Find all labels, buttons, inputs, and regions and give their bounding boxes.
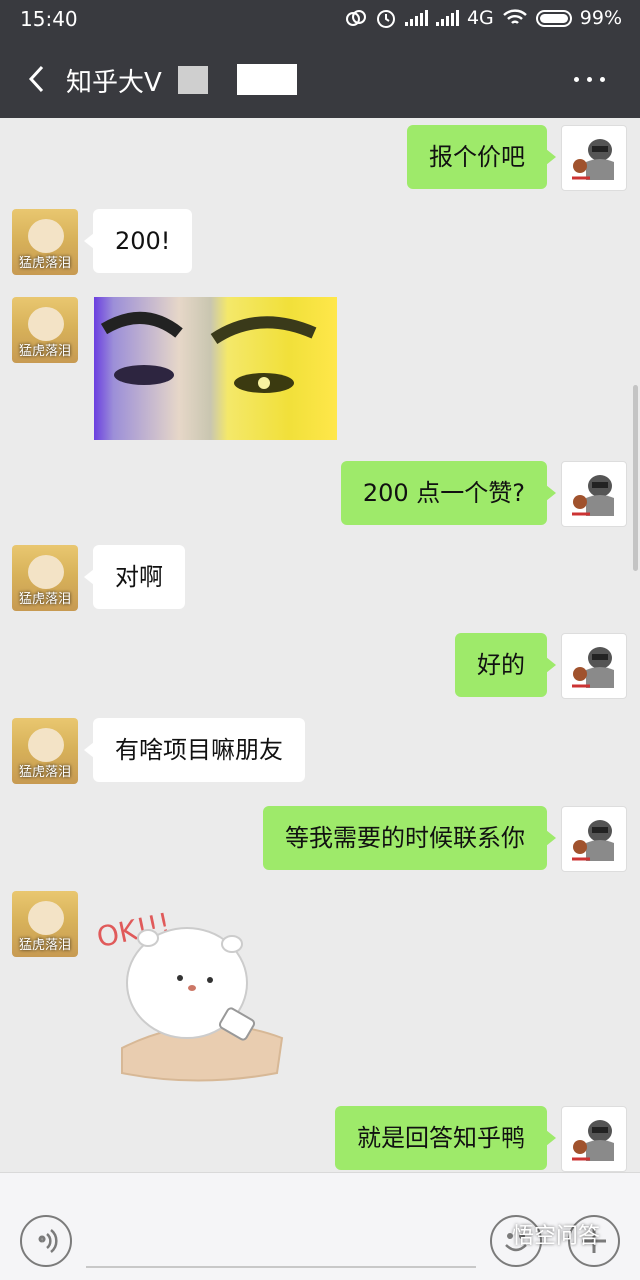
message-bubble-sent[interactable]: 等我需要的时候联系你	[263, 806, 556, 870]
chat-title: 知乎大V	[66, 68, 162, 98]
watermark-text: 悟空问答	[512, 1224, 601, 1249]
my-avatar[interactable]	[561, 806, 627, 872]
contact-avatar[interactable]: 猛虎落泪	[12, 891, 78, 957]
chat-header: 知乎大V	[0, 40, 640, 118]
soldier-avatar-icon	[572, 1120, 614, 1161]
battery-level: 99%	[579, 7, 622, 29]
my-avatar[interactable]	[561, 1106, 627, 1172]
message-bubble-received[interactable]: 200!	[83, 209, 193, 273]
message-bubble-sent[interactable]: 好的	[455, 633, 556, 697]
message-bubble-sent[interactable]: 就是回答知乎鸭	[335, 1106, 556, 1170]
contact-avatar[interactable]: 猛虎落泪	[12, 718, 78, 784]
voice-icon[interactable]	[20, 1215, 72, 1267]
image-message[interactable]	[94, 297, 337, 440]
soldier-avatar-icon	[572, 139, 614, 180]
status-bar: 15:40 4G 99%	[0, 0, 640, 40]
message-input[interactable]	[86, 1266, 476, 1268]
my-avatar[interactable]	[561, 125, 627, 191]
sync-icon	[345, 10, 366, 26]
scrollbar[interactable]	[633, 385, 638, 571]
battery-icon	[535, 9, 572, 27]
my-avatar[interactable]	[561, 633, 627, 699]
eyes-meme-image	[100, 312, 317, 393]
alarm-icon	[376, 10, 395, 28]
message-bubble-received[interactable]: 对啊	[84, 545, 185, 609]
sticker-message[interactable]: OK!!!	[92, 888, 292, 1088]
back-arrow-icon[interactable]	[22, 62, 56, 96]
redaction-block	[237, 64, 297, 95]
message-bubble-sent[interactable]: 200 点一个赞?	[340, 461, 557, 525]
chat-area[interactable]: 报个价吧 猛虎落泪 200! 猛虎落泪 200 点一个赞? 猛虎落泪 对啊 好的…	[0, 118, 640, 1172]
more-dots-icon[interactable]	[570, 66, 610, 92]
network-type: 4G	[466, 7, 494, 29]
redaction-block	[178, 66, 208, 94]
contact-avatar[interactable]: 猛虎落泪	[12, 545, 78, 611]
wifi-icon	[502, 9, 527, 24]
signal-icon	[404, 10, 428, 26]
status-indicators: 4G 99%	[345, 7, 622, 29]
soldier-avatar-icon	[572, 820, 614, 861]
my-avatar[interactable]	[561, 461, 627, 527]
contact-avatar[interactable]: 猛虎落泪	[12, 209, 78, 275]
soldier-avatar-icon	[572, 475, 614, 516]
signal-icon-2	[435, 10, 459, 26]
status-time: 15:40	[20, 7, 78, 31]
message-bubble-sent[interactable]: 报个价吧	[407, 125, 556, 189]
hamster-ok-sticker: OK!!!	[94, 906, 284, 1082]
contact-avatar[interactable]: 猛虎落泪	[12, 297, 78, 363]
soldier-avatar-icon	[572, 647, 614, 688]
message-bubble-received[interactable]: 有啥项目嘛朋友	[84, 718, 305, 782]
